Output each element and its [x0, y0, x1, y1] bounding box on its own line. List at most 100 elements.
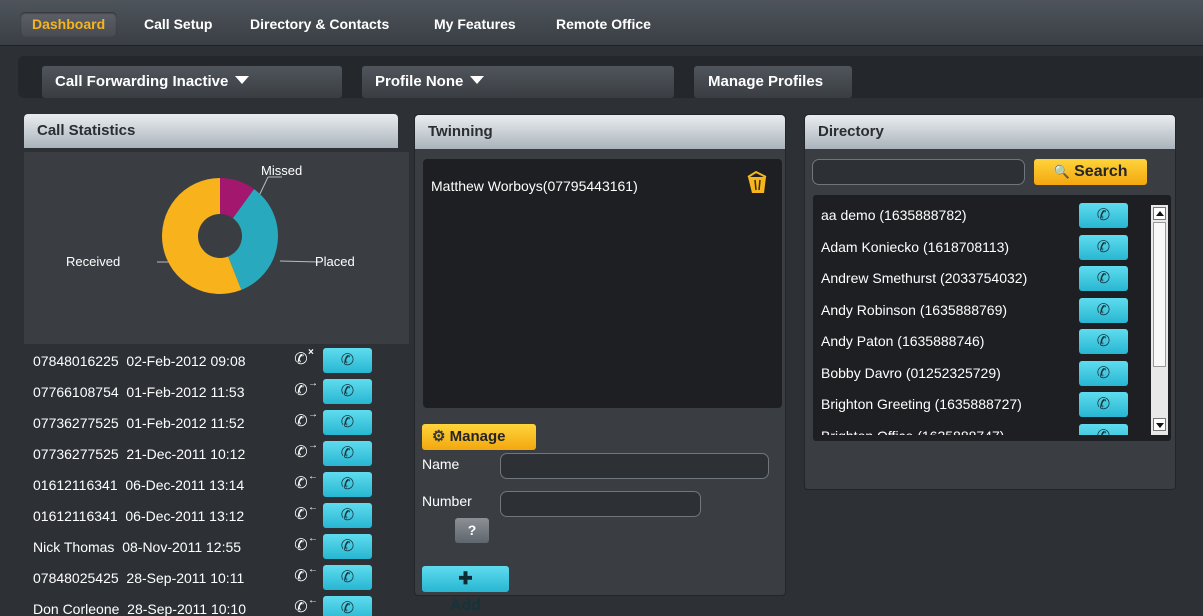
call-direction-icon: ×: [308, 347, 314, 358]
directory-title: Directory: [818, 123, 884, 140]
directory-search-input[interactable]: [812, 159, 1025, 185]
number-input[interactable]: [500, 491, 701, 517]
plus-icon: ✚: [458, 569, 473, 588]
call-entry: 07848016225 02-Feb-2012 09:08: [33, 353, 246, 369]
dial-contact-button[interactable]: ✆: [1079, 234, 1128, 260]
twinning-list: [423, 159, 782, 408]
gear-icon: ⚙: [432, 428, 446, 445]
magnifier-icon: 🔍: [1053, 164, 1070, 179]
scroll-up-arrow[interactable]: [1153, 207, 1166, 220]
scroll-thumb[interactable]: [1153, 222, 1166, 367]
directory-scrollbar[interactable]: [1151, 205, 1168, 435]
caret-down-icon: [470, 76, 485, 84]
call-direction-icon: →: [308, 440, 318, 451]
pie-slices: [162, 178, 278, 294]
name-input[interactable]: [500, 453, 769, 479]
search-label: Search: [1074, 163, 1128, 180]
tab-directory-contacts[interactable]: Directory & Contacts: [250, 12, 389, 37]
call-forwarding-dropdown[interactable]: Call Forwarding Inactive: [42, 66, 342, 98]
dial-contact-button[interactable]: ✆: [1079, 297, 1128, 323]
phone-icon: ✆: [1096, 207, 1111, 224]
add-label: Add: [449, 597, 482, 614]
phone-icon: ✆: [340, 414, 355, 431]
directory-contact: Andrew Smethurst (2033754032): [821, 270, 1028, 286]
caret-down-icon: [235, 76, 250, 84]
pie-label-placed: Placed: [315, 254, 355, 269]
call-statistics-title: Call Statistics: [37, 122, 136, 139]
call-back-button[interactable]: ✆: [323, 441, 372, 466]
dial-contact-button[interactable]: ✆: [1079, 203, 1128, 228]
call-back-button[interactable]: ✆: [323, 379, 372, 404]
trash-icon[interactable]: [743, 169, 770, 196]
phone-icon: ✆: [340, 383, 355, 400]
top-navigation: Dashboard Call Setup Directory & Contact…: [0, 0, 1203, 46]
call-forwarding-label: Call Forwarding Inactive: [55, 73, 229, 90]
scroll-down-arrow[interactable]: [1153, 418, 1166, 431]
call-direction-icon: ←: [308, 595, 318, 606]
twinning-title: Twinning: [428, 123, 493, 140]
add-button[interactable]: ✚ Add: [422, 566, 509, 614]
directory-contact: Andy Robinson (1635888769): [821, 301, 1008, 318]
twinning-header: Twinning: [415, 115, 785, 149]
dial-contact-button[interactable]: ✆: [1079, 329, 1128, 354]
tab-call-setup[interactable]: Call Setup: [144, 12, 212, 37]
phone-icon: ✆: [340, 569, 355, 586]
dial-contact-button[interactable]: ✆: [1079, 266, 1128, 291]
call-entry: 07736277525 01-Feb-2012 11:52: [33, 415, 245, 431]
call-entry: 07736277525 21-Dec-2011 10:12: [33, 446, 246, 462]
profile-label: Profile None: [375, 73, 464, 90]
help-button[interactable]: ?: [455, 518, 489, 543]
call-statistics-pie-chart: [157, 176, 320, 294]
phone-icon: ✆: [1096, 333, 1111, 350]
phone-icon: ✆: [1096, 270, 1111, 287]
call-direction-icon: →: [308, 409, 318, 420]
tab-remote-office[interactable]: Remote Office: [556, 12, 651, 37]
call-entry: 07766108754 01-Feb-2012 11:53: [33, 384, 245, 400]
call-statistics-header: Call Statistics: [24, 114, 398, 148]
call-entry: 01612116341 06-Dec-2011 13:12: [33, 508, 245, 524]
phone-icon: ✆: [1096, 301, 1111, 319]
phone-icon: ✆: [1096, 364, 1111, 382]
pie-label-missed: Missed: [261, 163, 303, 178]
name-label: Name: [422, 456, 460, 472]
phone-icon: ✆: [1096, 396, 1111, 413]
call-direction-icon: ←: [308, 471, 318, 482]
pie-label-received: Received: [66, 254, 121, 269]
number-label: Number: [422, 493, 472, 509]
phone-icon: ✆: [340, 600, 355, 616]
call-back-button[interactable]: ✆: [323, 534, 372, 559]
dial-contact-button[interactable]: ✆: [1079, 392, 1128, 417]
call-back-button[interactable]: ✆: [323, 503, 372, 528]
call-direction-icon: ←: [308, 502, 318, 513]
phone-icon: ✆: [340, 445, 355, 462]
dial-contact-button[interactable]: ✆: [1079, 423, 1128, 435]
manage-label: Manage: [449, 428, 506, 445]
call-back-button[interactable]: ✆: [323, 565, 372, 590]
phone-icon: ✆: [340, 352, 355, 369]
help-label: ?: [467, 522, 477, 538]
twinning-entry: Matthew Worboys(07795443161): [431, 178, 638, 194]
phone-icon: ✆: [1096, 238, 1111, 256]
directory-contacts: aa demo (1635888782) ✆ Adam Koniecko (1618…: [813, 195, 1151, 435]
manage-profiles-button[interactable]: Manage Profiles: [694, 66, 852, 98]
call-direction-icon: →: [308, 378, 318, 389]
directory-header: Directory: [805, 115, 1175, 149]
call-entry: 01612116341 06-Dec-2011 13:14: [33, 477, 245, 493]
tab-dashboard[interactable]: Dashboard: [20, 12, 118, 37]
phone-icon: ✆: [340, 538, 355, 555]
call-back-button[interactable]: ✆: [323, 410, 372, 435]
directory-contact: Adam Koniecko (1618708113): [821, 238, 1010, 255]
profile-dropdown[interactable]: Profile None: [362, 66, 674, 98]
call-direction-icon: ←: [308, 533, 318, 544]
dial-contact-button[interactable]: ✆: [1079, 360, 1128, 386]
tab-my-features[interactable]: My Features: [434, 12, 516, 37]
phone-icon: ✆: [340, 507, 355, 524]
directory-search-button[interactable]: 🔍 Search: [1034, 159, 1147, 185]
call-back-button[interactable]: ✆: [323, 348, 372, 373]
directory-contact: aa demo (1635888782): [821, 207, 967, 223]
call-back-button[interactable]: ✆: [323, 472, 372, 497]
call-back-button[interactable]: ✆: [323, 596, 372, 616]
call-entry: 07848025425 28-Sep-2011 10:11: [33, 570, 245, 586]
manage-button[interactable]: ⚙ Manage: [422, 424, 536, 450]
directory-contact: Brighton Greeting (1635888727): [821, 396, 1022, 412]
